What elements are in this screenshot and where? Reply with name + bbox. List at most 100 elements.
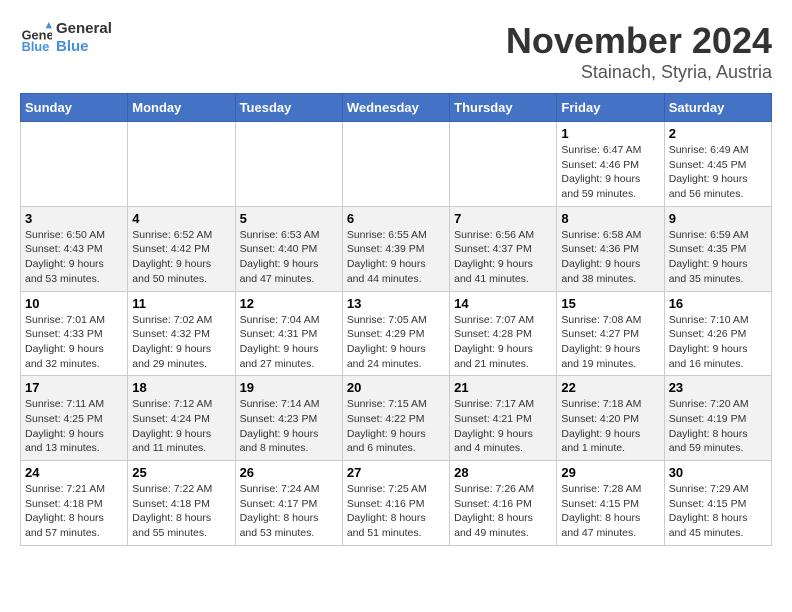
day-number: 14 — [454, 296, 552, 311]
day-number: 6 — [347, 211, 445, 226]
day-number: 23 — [669, 380, 767, 395]
logo-line1: General — [56, 20, 112, 38]
day-number: 11 — [132, 296, 230, 311]
calendar-cell: 28 Sunrise: 7:26 AM Sunset: 4:16 PM Dayli… — [450, 461, 557, 546]
day-info: Sunrise: 7:22 AM Sunset: 4:18 PM Dayligh… — [132, 482, 230, 541]
day-info: Sunrise: 6:59 AM Sunset: 4:35 PM Dayligh… — [669, 228, 767, 287]
day-info: Sunrise: 6:47 AM Sunset: 4:46 PM Dayligh… — [561, 143, 659, 202]
calendar-cell: 11 Sunrise: 7:02 AM Sunset: 4:32 PM Dayli… — [128, 291, 235, 376]
calendar-cell: 25 Sunrise: 7:22 AM Sunset: 4:18 PM Dayli… — [128, 461, 235, 546]
calendar-cell: 1Sunrise: 6:47 AM Sunset: 4:46 PM Daylig… — [557, 122, 664, 207]
header-thursday: Thursday — [450, 94, 557, 122]
day-number: 22 — [561, 380, 659, 395]
day-number: 12 — [240, 296, 338, 311]
day-info: Sunrise: 6:52 AM Sunset: 4:42 PM Dayligh… — [132, 228, 230, 287]
calendar-cell: 6Sunrise: 6:55 AM Sunset: 4:39 PM Daylig… — [342, 206, 449, 291]
header-wednesday: Wednesday — [342, 94, 449, 122]
calendar-cell: 7Sunrise: 6:56 AM Sunset: 4:37 PM Daylig… — [450, 206, 557, 291]
day-info: Sunrise: 7:26 AM Sunset: 4:16 PM Dayligh… — [454, 482, 552, 541]
day-info: Sunrise: 7:18 AM Sunset: 4:20 PM Dayligh… — [561, 397, 659, 456]
day-number: 9 — [669, 211, 767, 226]
calendar-cell: 14 Sunrise: 7:07 AM Sunset: 4:28 PM Dayli… — [450, 291, 557, 376]
day-number: 28 — [454, 465, 552, 480]
day-info: Sunrise: 7:01 AM Sunset: 4:33 PM Dayligh… — [25, 313, 123, 372]
header-tuesday: Tuesday — [235, 94, 342, 122]
day-info: Sunrise: 7:04 AM Sunset: 4:31 PM Dayligh… — [240, 313, 338, 372]
day-number: 30 — [669, 465, 767, 480]
calendar-cell: 17 Sunrise: 7:11 AM Sunset: 4:25 PM Dayli… — [21, 376, 128, 461]
calendar-cell — [21, 122, 128, 207]
calendar-cell — [128, 122, 235, 207]
calendar-cell: 21 Sunrise: 7:17 AM Sunset: 4:21 PM Dayli… — [450, 376, 557, 461]
calendar-cell: 22 Sunrise: 7:18 AM Sunset: 4:20 PM Dayli… — [557, 376, 664, 461]
day-number: 18 — [132, 380, 230, 395]
calendar-cell: 15 Sunrise: 7:08 AM Sunset: 4:27 PM Dayli… — [557, 291, 664, 376]
calendar-cell: 29Sunrise: 7:28 AM Sunset: 4:15 PM Dayli… — [557, 461, 664, 546]
day-info: Sunrise: 7:07 AM Sunset: 4:28 PM Dayligh… — [454, 313, 552, 372]
day-number: 7 — [454, 211, 552, 226]
calendar-header-row: SundayMondayTuesdayWednesdayThursdayFrid… — [21, 94, 772, 122]
calendar-week-2: 3 Sunrise: 6:50 AM Sunset: 4:43 PM Daylig… — [21, 206, 772, 291]
location-title: Stainach, Styria, Austria — [506, 62, 772, 83]
day-number: 13 — [347, 296, 445, 311]
day-info: Sunrise: 7:02 AM Sunset: 4:32 PM Dayligh… — [132, 313, 230, 372]
header-saturday: Saturday — [664, 94, 771, 122]
day-number: 20 — [347, 380, 445, 395]
day-number: 15 — [561, 296, 659, 311]
calendar-cell: 9 Sunrise: 6:59 AM Sunset: 4:35 PM Daylig… — [664, 206, 771, 291]
calendar-cell: 3 Sunrise: 6:50 AM Sunset: 4:43 PM Daylig… — [21, 206, 128, 291]
day-number: 5 — [240, 211, 338, 226]
header-sunday: Sunday — [21, 94, 128, 122]
calendar-cell: 16Sunrise: 7:10 AM Sunset: 4:26 PM Dayli… — [664, 291, 771, 376]
day-number: 19 — [240, 380, 338, 395]
calendar-cell — [342, 122, 449, 207]
day-info: Sunrise: 7:17 AM Sunset: 4:21 PM Dayligh… — [454, 397, 552, 456]
calendar-cell: 18 Sunrise: 7:12 AM Sunset: 4:24 PM Dayli… — [128, 376, 235, 461]
calendar-cell — [235, 122, 342, 207]
calendar-cell: 19Sunrise: 7:14 AM Sunset: 4:23 PM Dayli… — [235, 376, 342, 461]
day-info: Sunrise: 7:11 AM Sunset: 4:25 PM Dayligh… — [25, 397, 123, 456]
calendar-cell: 12 Sunrise: 7:04 AM Sunset: 4:31 PM Dayli… — [235, 291, 342, 376]
header-friday: Friday — [557, 94, 664, 122]
calendar-cell: 30 Sunrise: 7:29 AM Sunset: 4:15 PM Dayli… — [664, 461, 771, 546]
day-number: 25 — [132, 465, 230, 480]
calendar-cell: 2 Sunrise: 6:49 AM Sunset: 4:45 PM Daylig… — [664, 122, 771, 207]
calendar-week-5: 24 Sunrise: 7:21 AM Sunset: 4:18 PM Dayli… — [21, 461, 772, 546]
day-number: 3 — [25, 211, 123, 226]
day-info: Sunrise: 7:24 AM Sunset: 4:17 PM Dayligh… — [240, 482, 338, 541]
day-number: 8 — [561, 211, 659, 226]
day-number: 2 — [669, 126, 767, 141]
calendar-table: SundayMondayTuesdayWednesdayThursdayFrid… — [20, 93, 772, 546]
calendar-cell: 13Sunrise: 7:05 AM Sunset: 4:29 PM Dayli… — [342, 291, 449, 376]
logo: General Blue General Blue — [20, 20, 112, 56]
day-number: 17 — [25, 380, 123, 395]
calendar-cell: 26Sunrise: 7:24 AM Sunset: 4:17 PM Dayli… — [235, 461, 342, 546]
day-info: Sunrise: 7:20 AM Sunset: 4:19 PM Dayligh… — [669, 397, 767, 456]
day-number: 10 — [25, 296, 123, 311]
day-number: 16 — [669, 296, 767, 311]
title-area: November 2024 Stainach, Styria, Austria — [506, 20, 772, 83]
header-monday: Monday — [128, 94, 235, 122]
day-number: 27 — [347, 465, 445, 480]
calendar-cell: 20Sunrise: 7:15 AM Sunset: 4:22 PM Dayli… — [342, 376, 449, 461]
day-number: 21 — [454, 380, 552, 395]
logo-line2: Blue — [56, 38, 112, 56]
logo-icon: General Blue — [20, 22, 52, 54]
day-info: Sunrise: 7:12 AM Sunset: 4:24 PM Dayligh… — [132, 397, 230, 456]
day-info: Sunrise: 6:58 AM Sunset: 4:36 PM Dayligh… — [561, 228, 659, 287]
day-number: 24 — [25, 465, 123, 480]
day-info: Sunrise: 6:49 AM Sunset: 4:45 PM Dayligh… — [669, 143, 767, 202]
calendar-cell: 4Sunrise: 6:52 AM Sunset: 4:42 PM Daylig… — [128, 206, 235, 291]
calendar-week-3: 10 Sunrise: 7:01 AM Sunset: 4:33 PM Dayli… — [21, 291, 772, 376]
calendar-cell: 24 Sunrise: 7:21 AM Sunset: 4:18 PM Dayli… — [21, 461, 128, 546]
calendar-cell: 27Sunrise: 7:25 AM Sunset: 4:16 PM Dayli… — [342, 461, 449, 546]
svg-text:Blue: Blue — [22, 39, 50, 54]
calendar-cell: 8 Sunrise: 6:58 AM Sunset: 4:36 PM Daylig… — [557, 206, 664, 291]
day-info: Sunrise: 6:50 AM Sunset: 4:43 PM Dayligh… — [25, 228, 123, 287]
calendar-cell: 23 Sunrise: 7:20 AM Sunset: 4:19 PM Dayli… — [664, 376, 771, 461]
day-info: Sunrise: 7:08 AM Sunset: 4:27 PM Dayligh… — [561, 313, 659, 372]
day-info: Sunrise: 7:21 AM Sunset: 4:18 PM Dayligh… — [25, 482, 123, 541]
page-header: General Blue General Blue November 2024 … — [20, 20, 772, 83]
calendar-week-1: 1Sunrise: 6:47 AM Sunset: 4:46 PM Daylig… — [21, 122, 772, 207]
day-info: Sunrise: 7:29 AM Sunset: 4:15 PM Dayligh… — [669, 482, 767, 541]
